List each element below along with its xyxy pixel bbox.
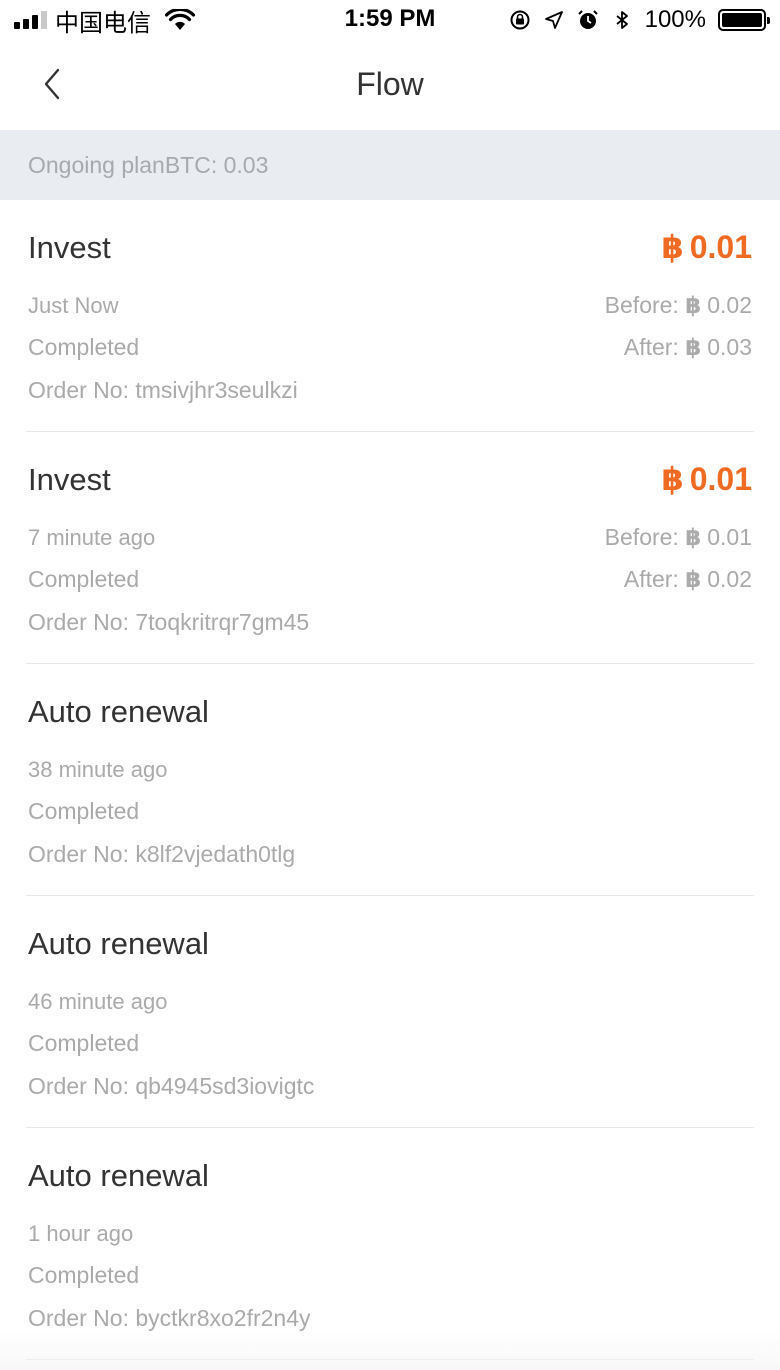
bitcoin-icon: ฿: [685, 292, 702, 318]
page-title: Flow: [356, 66, 424, 102]
item-time: 1 hour ago: [28, 1221, 134, 1246]
bitcoin-icon: ฿: [661, 229, 684, 265]
bitcoin-icon: ฿: [685, 334, 702, 360]
item-balance-before: Before: ฿ 0.02: [604, 292, 752, 318]
flow-item[interactable]: Invest ฿ 0.01 7 minute ago Completed Orde…: [26, 432, 754, 664]
item-status: Completed: [28, 1030, 140, 1056]
item-title: Invest: [28, 462, 111, 497]
bitcoin-icon: ฿: [661, 461, 684, 497]
battery-icon: [718, 9, 770, 31]
item-balance-after: After: ฿ 0.03: [623, 334, 752, 360]
ongoing-plan-banner: Ongoing planBTC: 0.03: [0, 130, 780, 200]
flow-item[interactable]: Invest ฿ 0.01 Just Now Completed Order No…: [26, 200, 754, 432]
ongoing-plan-text: Ongoing planBTC: 0.03: [28, 152, 269, 178]
alarm-icon: [577, 10, 598, 29]
bitcoin-icon: ฿: [685, 524, 702, 550]
item-time: 38 minute ago: [28, 757, 168, 782]
item-status: Completed: [28, 1262, 140, 1288]
item-status: Completed: [28, 566, 140, 592]
item-title: Auto renewal: [28, 926, 209, 961]
item-order-number: Order No: qb4945sd3iovigtc: [28, 1073, 315, 1099]
orientation-lock-icon: [510, 10, 530, 30]
status-right: 100%: [509, 6, 770, 34]
item-time: 46 minute ago: [28, 989, 168, 1014]
location-icon: [544, 11, 563, 29]
item-order-number: Order No: 7toqkritrqr7gm45: [28, 609, 310, 635]
item-balance-before: Before: ฿ 0.01: [604, 524, 752, 550]
item-order-number: Order No: tmsivjhr3seulkzi: [28, 377, 298, 403]
flow-item[interactable]: Auto renewal 46 minute ago Completed Ord…: [26, 896, 754, 1128]
bluetooth-icon: [616, 11, 628, 29]
item-title: Invest: [28, 230, 111, 265]
item-balance-after: After: ฿ 0.02: [623, 566, 752, 592]
item-amount: ฿ 0.01: [661, 461, 752, 497]
item-status: Completed: [28, 334, 140, 360]
item-title: Auto renewal: [28, 694, 209, 729]
item-time: 7 minute ago: [28, 525, 156, 550]
item-amount: ฿ 0.01: [661, 229, 752, 265]
item-status: Completed: [28, 798, 140, 824]
flow-item[interactable]: Auto renewal 38 minute ago Completed Ord…: [26, 664, 754, 896]
bitcoin-icon: ฿: [685, 566, 702, 592]
navigation-bar: Flow: [0, 40, 780, 130]
flow-item[interactable]: Auto renewal 1 hour ago Completed Order …: [26, 1128, 754, 1360]
item-title: Auto renewal: [28, 1158, 209, 1193]
bottom-fade: [0, 1330, 780, 1370]
item-order-number: Order No: k8lf2vjedath0tlg: [28, 841, 296, 867]
item-time: Just Now: [28, 293, 119, 318]
status-bar: 中国电信 1:59 PM 100%: [0, 0, 780, 40]
flow-list: Invest ฿ 0.01 Just Now Completed Order No…: [0, 200, 780, 1360]
item-order-number: Order No: byctkr8xo2fr2n4y: [28, 1305, 311, 1331]
battery-percentage: 100%: [644, 6, 706, 33]
